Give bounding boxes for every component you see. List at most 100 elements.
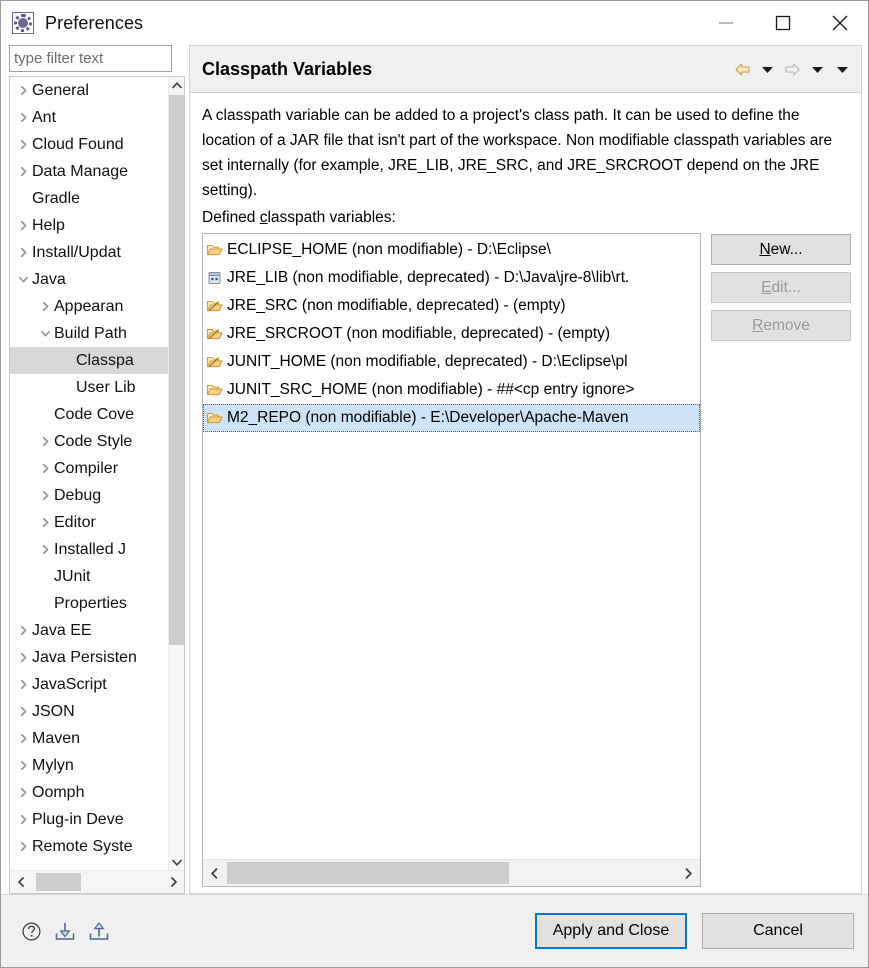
- cancel-button[interactable]: Cancel: [702, 913, 854, 949]
- scroll-up-icon[interactable]: [169, 77, 184, 93]
- new-button[interactable]: New...: [711, 234, 851, 265]
- sidebar-item-ant[interactable]: Ant: [10, 104, 168, 131]
- sidebar-item-code-style[interactable]: Code Style: [10, 428, 168, 455]
- chevron-right-icon[interactable]: [36, 463, 54, 474]
- sidebar-item-appearan[interactable]: Appearan: [10, 293, 168, 320]
- tree-horizontal-scrollbar[interactable]: [9, 870, 185, 894]
- chevron-right-icon[interactable]: [36, 301, 54, 312]
- table-row[interactable]: M2_REPO (non modifiable) - E:\Developer\…: [203, 404, 700, 432]
- chevron-right-icon[interactable]: [14, 760, 32, 771]
- apply-and-close-button[interactable]: Apply and Close: [535, 913, 687, 949]
- chevron-right-icon[interactable]: [36, 436, 54, 447]
- chevron-right-icon[interactable]: [14, 85, 32, 96]
- sidebar-item-compiler[interactable]: Compiler: [10, 455, 168, 482]
- chevron-right-icon[interactable]: [14, 787, 32, 798]
- chevron-right-icon[interactable]: [14, 841, 32, 852]
- table-row[interactable]: ECLIPSE_HOME (non modifiable) - D:\Eclip…: [203, 236, 700, 264]
- sidebar-item-maven[interactable]: Maven: [10, 725, 168, 752]
- page-body: A classpath variable can be added to a p…: [190, 93, 861, 893]
- chevron-right-icon[interactable]: [14, 706, 32, 717]
- chevron-right-icon[interactable]: [14, 112, 32, 123]
- sidebar-item-mylyn[interactable]: Mylyn: [10, 752, 168, 779]
- sidebar-item-oomph[interactable]: Oomph: [10, 779, 168, 806]
- chevron-right-icon[interactable]: [14, 733, 32, 744]
- chevron-right-icon[interactable]: [14, 220, 32, 231]
- minimize-icon[interactable]: [697, 1, 754, 45]
- scroll-right-icon[interactable]: [162, 871, 184, 893]
- table-row[interactable]: JRE_SRC (non modifiable, deprecated) - (…: [203, 292, 700, 320]
- sidebar-item-plug-in-deve[interactable]: Plug-in Deve: [10, 806, 168, 833]
- sidebar-item-classpa[interactable]: Classpa: [10, 347, 168, 374]
- help-icon[interactable]: [19, 919, 43, 943]
- sidebar-item-label: Debug: [54, 487, 101, 505]
- variable-action-buttons: New...Edit...Remove: [711, 233, 851, 887]
- chevron-right-icon[interactable]: [36, 544, 54, 555]
- forward-menu-chevron-down-icon[interactable]: [806, 57, 828, 81]
- sidebar-item-editor[interactable]: Editor: [10, 509, 168, 536]
- sidebar-item-junit[interactable]: JUnit: [10, 563, 168, 590]
- sidebar-item-cloud-found[interactable]: Cloud Found: [10, 131, 168, 158]
- maximize-icon[interactable]: [754, 1, 811, 45]
- back-arrow-icon[interactable]: [731, 57, 753, 81]
- chevron-right-icon[interactable]: [14, 652, 32, 663]
- chevron-down-icon[interactable]: [36, 328, 54, 339]
- list-hscrollbar-thumb[interactable]: [227, 862, 509, 884]
- forward-arrow-icon[interactable]: [781, 57, 803, 81]
- scroll-down-icon[interactable]: [169, 854, 184, 870]
- chevron-right-icon[interactable]: [14, 625, 32, 636]
- chevron-right-icon[interactable]: [14, 139, 32, 150]
- sidebar-item-java-ee[interactable]: Java EE: [10, 617, 168, 644]
- back-menu-chevron-down-icon[interactable]: [756, 57, 778, 81]
- sidebar-item-install-updat[interactable]: Install/Updat: [10, 239, 168, 266]
- chevron-down-icon[interactable]: [14, 274, 32, 285]
- view-menu-chevron-down-icon[interactable]: [831, 57, 853, 81]
- sidebar-item-properties[interactable]: Properties: [10, 590, 168, 617]
- chevron-right-icon[interactable]: [14, 814, 32, 825]
- sidebar-item-gradle[interactable]: Gradle: [10, 185, 168, 212]
- list-scroll-left-icon[interactable]: [203, 860, 227, 886]
- sidebar-item-label: Code Cove: [54, 406, 134, 424]
- chevron-right-icon[interactable]: [14, 166, 32, 177]
- sidebar-item-java-persisten[interactable]: Java Persisten: [10, 644, 168, 671]
- sidebar-item-javascript[interactable]: JavaScript: [10, 671, 168, 698]
- variable-label: JUNIT_HOME (non modifiable, deprecated) …: [227, 353, 628, 371]
- chevron-right-icon[interactable]: [36, 490, 54, 501]
- sidebar-item-debug[interactable]: Debug: [10, 482, 168, 509]
- sidebar-item-user-lib[interactable]: User Lib: [10, 374, 168, 401]
- filter-input[interactable]: [9, 45, 172, 72]
- page-title: Classpath Variables: [202, 59, 731, 80]
- list-scroll-right-icon[interactable]: [676, 860, 700, 886]
- sidebar-item-label: Help: [32, 217, 65, 235]
- sidebar-item-remote-syste[interactable]: Remote Syste: [10, 833, 168, 860]
- table-row[interactable]: JRE_SRCROOT (non modifiable, deprecated)…: [203, 320, 700, 348]
- classpath-variables-list[interactable]: ECLIPSE_HOME (non modifiable) - D:\Eclip…: [202, 233, 701, 887]
- chevron-right-icon[interactable]: [14, 679, 32, 690]
- sidebar-item-installed-j[interactable]: Installed J: [10, 536, 168, 563]
- scroll-left-icon[interactable]: [10, 871, 32, 893]
- window-controls: [697, 1, 868, 45]
- tree-vertical-scrollbar[interactable]: [168, 77, 184, 870]
- sidebar-item-label: Java: [32, 271, 66, 289]
- table-row[interactable]: JRE_LIB (non modifiable, deprecated) - D…: [203, 264, 700, 292]
- sidebar-item-json[interactable]: JSON: [10, 698, 168, 725]
- sidebar-item-data-manage[interactable]: Data Manage: [10, 158, 168, 185]
- sidebar-item-general[interactable]: General: [10, 77, 168, 104]
- table-row[interactable]: JUNIT_HOME (non modifiable, deprecated) …: [203, 348, 700, 376]
- import-icon[interactable]: [53, 919, 77, 943]
- table-row[interactable]: JUNIT_SRC_HOME (non modifiable) - ##<cp …: [203, 376, 700, 404]
- sidebar-item-help[interactable]: Help: [10, 212, 168, 239]
- list-horizontal-scrollbar[interactable]: [203, 859, 700, 886]
- sidebar-item-java[interactable]: Java: [10, 266, 168, 293]
- tree-scrollbar-thumb[interactable]: [169, 95, 184, 645]
- close-icon[interactable]: [811, 1, 868, 45]
- export-icon[interactable]: [87, 919, 111, 943]
- tree-item-list: GeneralAntCloud FoundData ManageGradle He…: [10, 77, 168, 870]
- chevron-right-icon[interactable]: [36, 517, 54, 528]
- tree-hscrollbar-thumb[interactable]: [36, 873, 81, 891]
- edit-button: Edit...: [711, 272, 851, 303]
- folder-deprecated-icon: [205, 297, 225, 315]
- defined-label-prefix: Defined: [202, 209, 260, 226]
- chevron-right-icon[interactable]: [14, 247, 32, 258]
- sidebar-item-code-cove[interactable]: Code Cove: [10, 401, 168, 428]
- sidebar-item-build-path[interactable]: Build Path: [10, 320, 168, 347]
